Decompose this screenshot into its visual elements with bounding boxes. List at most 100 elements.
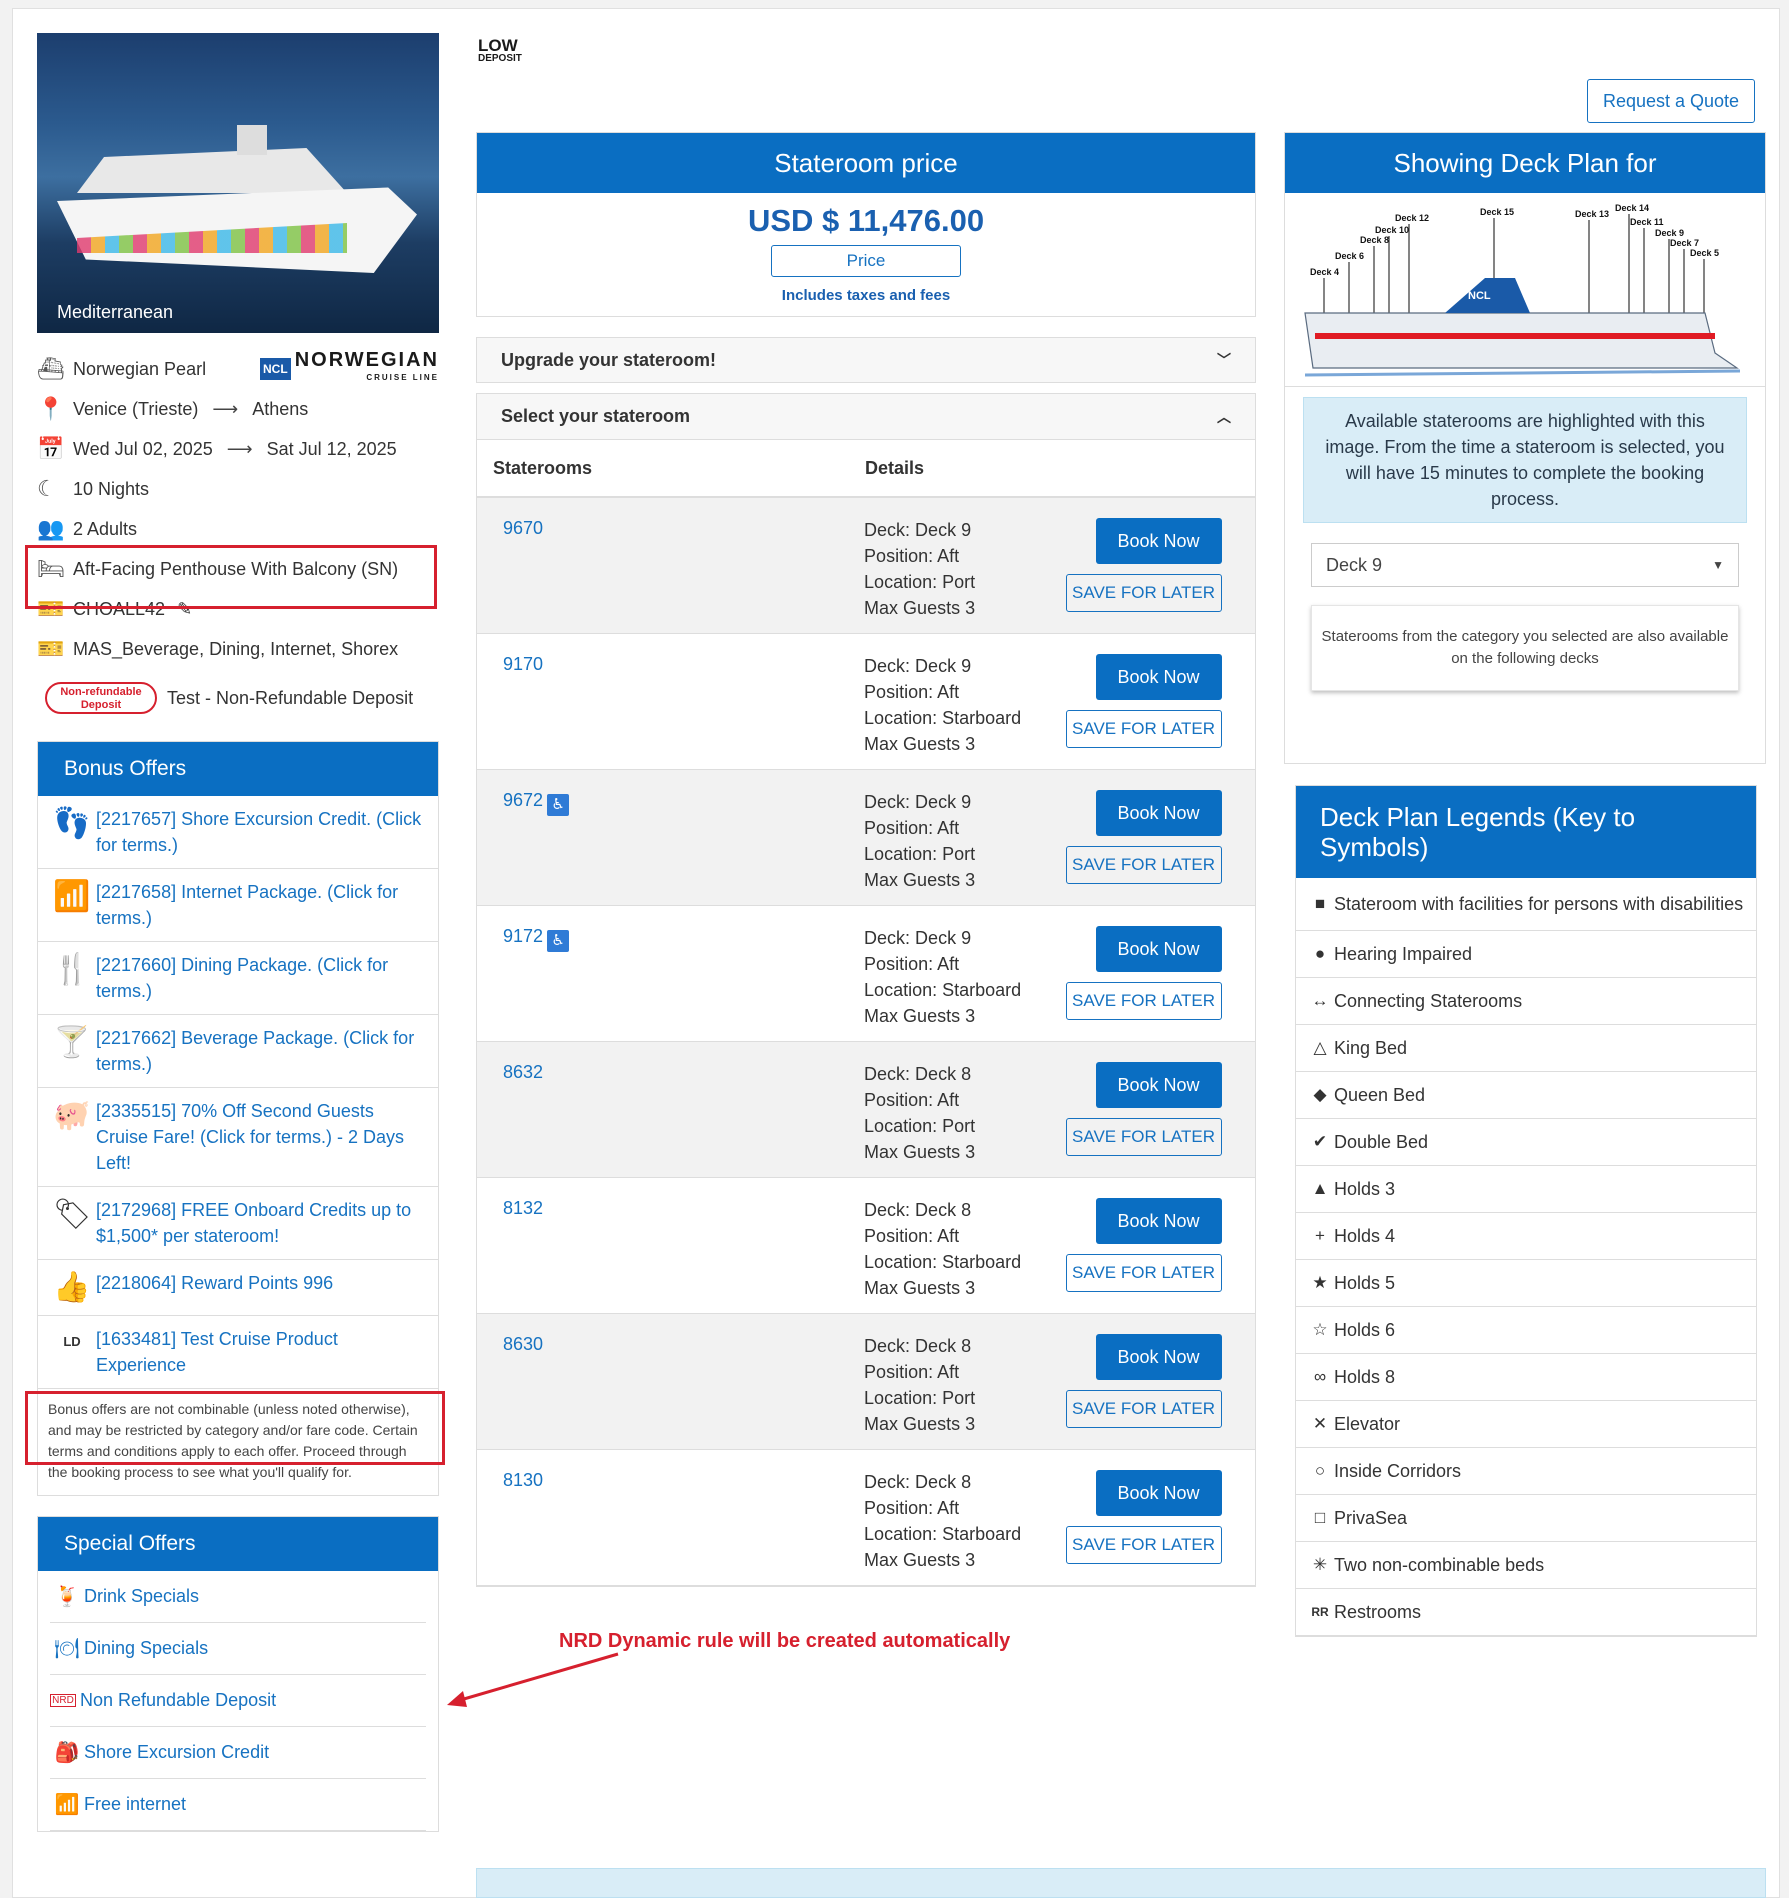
book-now-button[interactable]: Book Now — [1095, 790, 1222, 836]
legend-item: + Holds 4 — [1296, 1213, 1756, 1260]
special-offer-item[interactable]: 📶 Free internet — [50, 1779, 426, 1831]
legend-symbol-icon: ◆ — [1313, 1085, 1327, 1104]
book-now-button[interactable]: Book Now — [1095, 926, 1222, 972]
special-offer-link[interactable]: Drink Specials — [84, 1586, 199, 1607]
stateroom-number[interactable]: 9172 — [503, 926, 543, 946]
special-offer-item[interactable]: NRD Non Refundable Deposit — [50, 1675, 426, 1727]
calendar-icon: 📅 — [37, 436, 65, 461]
bonus-offer-link[interactable]: [2172968] FREE Onboard Credits up to $1,… — [96, 1197, 428, 1249]
save-for-later-button[interactable]: SAVE FOR LATER — [1065, 1526, 1222, 1564]
special-offer-item[interactable]: 🍽 Dining Specials — [50, 1623, 426, 1675]
stateroom-number[interactable]: 9170 — [503, 654, 543, 674]
upgrade-accordion[interactable]: Upgrade your stateroom! ﹀ — [476, 337, 1256, 383]
price-button[interactable]: Price — [771, 245, 961, 277]
stateroom-number[interactable]: 9672 — [503, 790, 543, 810]
deck-label[interactable]: Deck 5 — [1690, 248, 1719, 258]
book-now-button[interactable]: Book Now — [1095, 1470, 1222, 1516]
deck-label[interactable]: Deck 8 — [1360, 235, 1389, 245]
deck-label[interactable]: Deck 7 — [1670, 238, 1699, 248]
deck-select[interactable]: Deck 9 ▼ — [1311, 543, 1739, 587]
deck-label[interactable]: Deck 15 — [1480, 207, 1514, 217]
book-now-button[interactable]: Book Now — [1095, 1062, 1222, 1108]
legend-item: ✕ Elevator — [1296, 1401, 1756, 1448]
stateroom-detail-max: Max Guests 3 — [864, 1278, 976, 1298]
stateroom-detail-loc: Location: Port — [864, 1116, 976, 1136]
stateroom-number[interactable]: 8132 — [503, 1198, 543, 1218]
save-for-later-button[interactable]: SAVE FOR LATER — [1065, 982, 1222, 1020]
nrd-row: Non-refundable Deposit Test - Non-Refund… — [37, 669, 439, 727]
bonus-offers-panel: Bonus Offers 👣 [2217657] Shore Excursion … — [37, 741, 439, 1496]
special-offer-link[interactable]: Non Refundable Deposit — [80, 1690, 276, 1711]
special-offer-link[interactable]: Shore Excursion Credit — [84, 1742, 269, 1763]
bonus-offer-link[interactable]: [2218064] Reward Points 996 — [96, 1270, 333, 1296]
stateroom-number[interactable]: 8632 — [503, 1062, 543, 1082]
deck-label[interactable]: Deck 6 — [1335, 251, 1364, 261]
ticket-icon: 🎫 — [37, 636, 65, 661]
bonus-offer-item[interactable]: LD [1633481] Test Cruise Product Experien… — [38, 1316, 438, 1389]
ship-name: Norwegian Pearl — [73, 358, 207, 379]
thumbs-up-icon: 👍 — [53, 1271, 91, 1304]
legend-symbol-icon: ● — [1314, 944, 1326, 963]
bonus-offer-link[interactable]: [2217658] Internet Package. (Click for t… — [96, 879, 428, 931]
deck-label[interactable]: Deck 9 — [1655, 228, 1684, 238]
bonus-offer-item[interactable]: 🍸 [2217662] Beverage Package. (Click for … — [38, 1015, 438, 1088]
bonus-offer-item[interactable]: 👍 [2218064] Reward Points 996 — [38, 1260, 438, 1316]
bonus-offer-link[interactable]: [1633481] Test Cruise Product Experience — [96, 1326, 428, 1378]
save-for-later-button[interactable]: SAVE FOR LATER — [1065, 1118, 1222, 1156]
deck-label[interactable]: Deck 4 — [1310, 267, 1339, 277]
save-for-later-button[interactable]: SAVE FOR LATER — [1065, 1390, 1222, 1428]
deck-label[interactable]: Deck 11 — [1630, 217, 1664, 227]
legend-symbol-icon: ∞ — [1313, 1367, 1327, 1386]
deck-plan-panel: Showing Deck Plan for NCL Deck 12 Deck 15… — [1284, 132, 1766, 764]
save-for-later-button[interactable]: SAVE FOR LATER — [1065, 846, 1222, 884]
deck-label[interactable]: Deck 10 — [1375, 225, 1409, 235]
bonus-offer-link[interactable]: [2217662] Beverage Package. (Click for t… — [96, 1025, 428, 1077]
bonus-offer-item[interactable]: 👣 [2217657] Shore Excursion Credit. (Clic… — [38, 796, 438, 869]
request-quote-button[interactable]: Request a Quote — [1587, 79, 1755, 123]
stateroom-number[interactable]: 9670 — [503, 518, 543, 538]
stateroom-detail-max: Max Guests 3 — [864, 870, 976, 890]
legend-item: ★ Holds 5 — [1296, 1260, 1756, 1307]
bonus-offer-item[interactable]: 📶 [2217658] Internet Package. (Click for … — [38, 869, 438, 942]
deck-label[interactable]: Deck 14 — [1615, 203, 1649, 213]
ship-logo-text: NCL — [1468, 290, 1491, 302]
book-now-button[interactable]: Book Now — [1095, 1334, 1222, 1380]
stateroom-row: 8630 Deck: Deck 8 Position: Aft Location: P… — [477, 1314, 1255, 1450]
ncl-logo-box: NCL — [260, 358, 291, 380]
stateroom-detail-loc: Location: Starboard — [864, 1524, 1022, 1544]
save-for-later-button[interactable]: SAVE FOR LATER — [1065, 1254, 1222, 1292]
stateroom-number[interactable]: 8630 — [503, 1334, 543, 1354]
save-for-later-button[interactable]: SAVE FOR LATER — [1065, 574, 1222, 612]
deck-label[interactable]: Deck 12 — [1395, 213, 1429, 223]
book-now-button[interactable]: Book Now — [1095, 654, 1222, 700]
book-now-button[interactable]: Book Now — [1095, 1198, 1222, 1244]
legend-text: Holds 8 — [1334, 1367, 1396, 1387]
stateroom-detail-deck: Deck: Deck 9 — [864, 792, 972, 812]
ncl-sub: CRUISE LINE — [366, 373, 439, 382]
bonus-offer-item[interactable]: 🏷 [2172968] FREE Onboard Credits up to $1… — [38, 1187, 438, 1260]
special-offer-item[interactable]: 🍹 Drink Specials — [50, 1571, 426, 1623]
deck-label[interactable]: Deck 13 — [1575, 209, 1609, 219]
legend-text: Elevator — [1334, 1414, 1401, 1434]
deck-plan-image[interactable]: NCL Deck 12 Deck 15 Deck 13 Deck 14 Deck 10 D… — [1285, 193, 1765, 387]
date-to: Sat Jul 12, 2025 — [266, 438, 397, 459]
special-offer-link[interactable]: Free internet — [84, 1794, 186, 1815]
special-offer-item[interactable]: 🎒 Shore Excursion Credit — [50, 1727, 426, 1779]
bonus-offer-item[interactable]: 🍴 [2217660] Dining Package. (Click for te… — [38, 942, 438, 1015]
bonus-offer-link[interactable]: [2217657] Shore Excursion Credit. (Click… — [96, 806, 428, 858]
bonus-offer-link[interactable]: [2217660] Dining Package. (Click for ter… — [96, 952, 428, 1004]
low-deposit-line1: LOW — [478, 36, 518, 55]
legend-text: Holds 5 — [1334, 1273, 1396, 1293]
stateroom-detail-loc: Location: Starboard — [864, 1252, 1022, 1272]
book-now-button[interactable]: Book Now — [1095, 518, 1222, 564]
wifi-icon: 📶 — [53, 880, 91, 913]
bonus-offer-item[interactable]: 🐖 [2335515] 70% Off Second Guests Cruise … — [38, 1088, 438, 1187]
stateroom-detail-loc: Location: Starboard — [864, 980, 1022, 1000]
legend-item: ∞ Holds 8 — [1296, 1354, 1756, 1401]
bonus-offer-link[interactable]: [2335515] 70% Off Second Guests Cruise F… — [96, 1098, 428, 1176]
save-for-later-button[interactable]: SAVE FOR LATER — [1065, 710, 1222, 748]
select-accordion[interactable]: Select your stateroom ︿ — [477, 394, 1255, 440]
stateroom-number[interactable]: 8130 — [503, 1470, 543, 1490]
stateroom-detail-deck: Deck: Deck 8 — [864, 1064, 972, 1084]
special-offer-link[interactable]: Dining Specials — [84, 1638, 208, 1659]
